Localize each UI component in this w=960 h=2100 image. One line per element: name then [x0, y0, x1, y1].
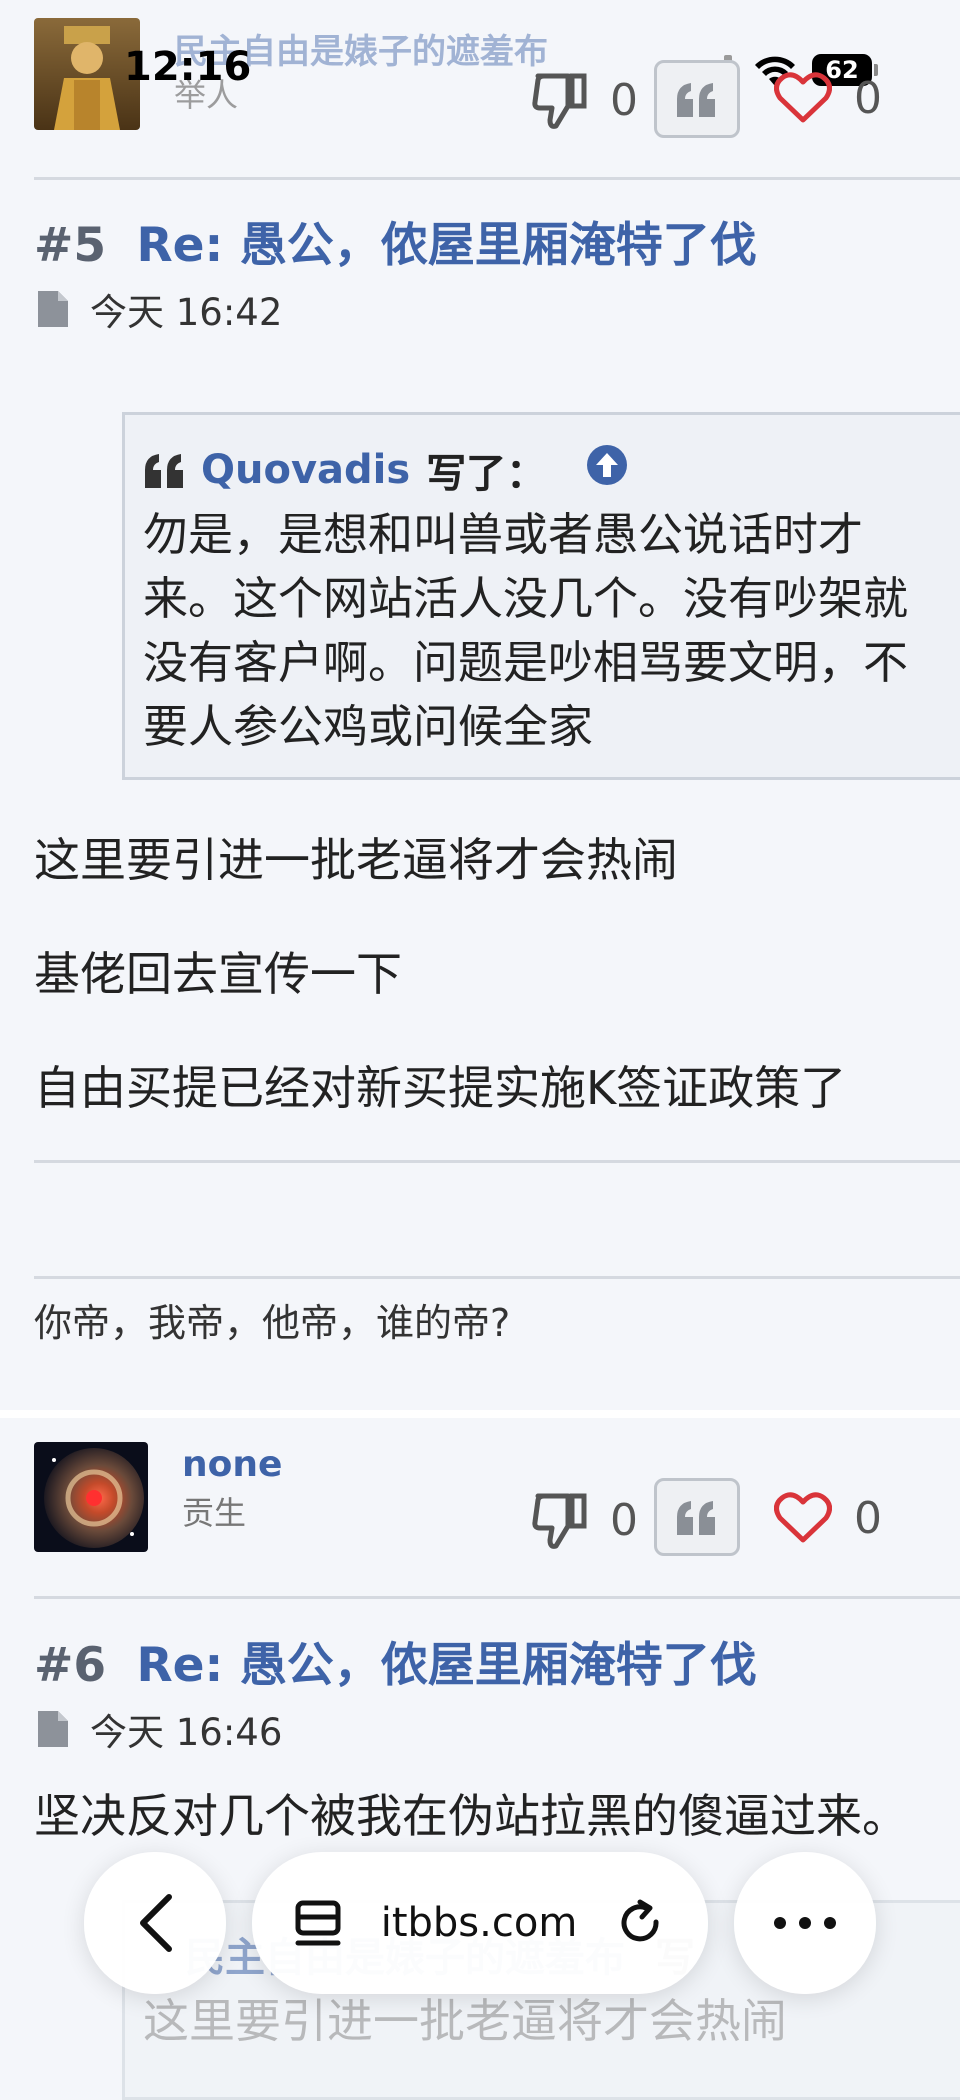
quote-line: 这里要引进一批老逼将才会热闹	[143, 1994, 787, 2048]
like-count: 0	[854, 1492, 882, 1544]
address-bar[interactable]: itbbs.com	[252, 1852, 708, 1994]
document-icon	[38, 1711, 68, 1747]
quote-button[interactable]	[654, 60, 740, 138]
post-title-text[interactable]: Re: 愚公，侬屋里厢淹特了伐	[136, 1638, 756, 1693]
divider	[34, 1160, 960, 1163]
reload-icon[interactable]	[616, 1898, 666, 1948]
dislike-button[interactable]: 0	[532, 70, 638, 130]
go-to-post-button[interactable]	[586, 444, 628, 496]
post-signature: 你帝，我帝，他帝，谁的帝?	[34, 1301, 511, 1345]
quote-button[interactable]	[654, 1478, 740, 1556]
post-meta: 今天 16:46	[38, 1702, 282, 1756]
quote-line: 勿是，是想和叫兽或者愚公说话时才	[143, 508, 864, 561]
quote-icon	[677, 1501, 715, 1535]
divider	[34, 177, 960, 180]
post-meta: 今天 16:42	[38, 282, 282, 336]
post-paragraph: 自由买提已经对新买提实施K签证政策了	[34, 1061, 847, 1115]
post-title[interactable]: #5 Re: 愚公，侬屋里厢淹特了伐	[34, 206, 757, 275]
post-time: 今天 16:46	[90, 1711, 283, 1754]
url-text[interactable]: itbbs.com	[381, 1900, 578, 1946]
post-author-name[interactable]: none	[182, 1444, 282, 1485]
post-paragraph: 这里要引进一批老逼将才会热闹	[34, 833, 678, 887]
status-time: 12:16	[124, 44, 252, 90]
quote-line: 没有客户啊。问题是吵相骂要文明，不	[143, 636, 909, 689]
post-time: 今天 16:42	[90, 291, 283, 334]
like-button[interactable]: 0	[774, 1492, 882, 1544]
quote-mark-icon	[145, 454, 183, 488]
heart-icon	[774, 72, 832, 123]
dislike-count: 0	[610, 74, 638, 126]
post-author-rank: 贡生	[182, 1494, 247, 1532]
quote-body: 勿是，是想和叫兽或者愚公说话时才 来。这个网站活人没几个。没有吵架就 没有客户啊…	[143, 503, 908, 759]
post-title-text[interactable]: Re: 愚公，侬屋里厢淹特了伐	[136, 218, 756, 273]
quote-icon	[677, 83, 715, 117]
post-number: #5	[34, 218, 107, 273]
thumbs-down-icon	[532, 1493, 587, 1549]
post-number: #6	[34, 1638, 107, 1693]
signature-divider	[34, 1276, 960, 1279]
dislike-button[interactable]: 0	[532, 1490, 638, 1550]
post-paragraph: 坚决反对几个被我在伪站拉黑的傻逼过来。	[34, 1789, 908, 1843]
like-button[interactable]: 0	[774, 72, 882, 124]
thumbs-down-icon	[532, 73, 587, 129]
quote-header: Quovadis 写了：	[143, 441, 628, 499]
document-icon	[38, 291, 68, 327]
blockquote: Quovadis 写了： 勿是，是想和叫兽或者愚公说话时才 来。这个网站活人没几…	[122, 412, 960, 780]
quote-author-link[interactable]: Quovadis	[201, 447, 410, 493]
post-title[interactable]: #6 Re: 愚公，侬屋里厢淹特了伐	[34, 1626, 757, 1695]
post-separator	[0, 1410, 960, 1418]
back-button[interactable]	[84, 1852, 226, 1994]
heart-icon	[774, 1492, 832, 1543]
dislike-count: 0	[610, 1494, 638, 1546]
more-button[interactable]	[734, 1852, 876, 1994]
quote-line: 要人参公鸡或问候全家	[143, 700, 594, 753]
quote-wrote-label: 写了：	[426, 451, 547, 497]
post-paragraph: 基佬回去宣传一下	[34, 947, 402, 1001]
arrow-up-circle-icon	[587, 445, 628, 485]
divider	[34, 1596, 960, 1599]
avatar[interactable]	[34, 1442, 148, 1552]
quote-line: 来。这个网站活人没几个。没有吵架就	[143, 572, 909, 625]
more-dots-icon	[774, 1917, 836, 1929]
tab-overview-icon[interactable]	[294, 1899, 342, 1947]
like-count: 0	[854, 72, 882, 124]
chevron-left-icon	[140, 1894, 172, 1952]
